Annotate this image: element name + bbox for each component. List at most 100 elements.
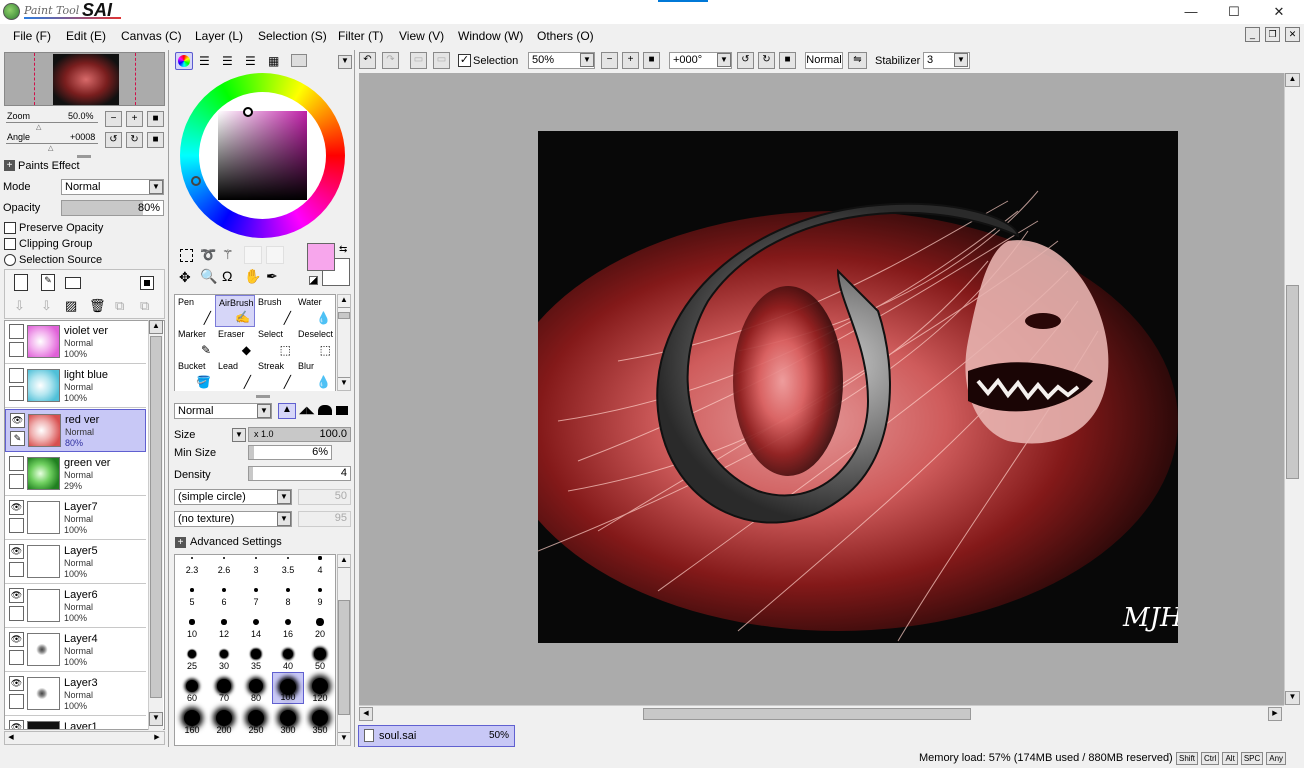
nav-angle-thumb[interactable]: △ [48,144,53,152]
menu-view[interactable]: View (V) [399,29,444,43]
brush-size-cell[interactable]: 3 [240,555,272,576]
tool-eraser[interactable]: Eraser ◆ [215,327,255,359]
min-size-slider[interactable]: 6% [248,445,332,460]
mdi-minimize-button[interactable]: _ [1245,27,1260,42]
eye-icon[interactable]: 👁 [10,413,25,428]
menu-filter[interactable]: Filter (T) [338,29,383,43]
swap-colors-icon[interactable]: ⇆ [339,244,347,255]
tool-brush[interactable]: Brush ╱ [255,295,295,327]
layer-row[interactable]: 👁 Layer4 Normal 100% [5,629,146,672]
tool-bucket[interactable]: Bucket 🪣 [175,359,215,391]
tool-pen[interactable]: Pen ╱ [175,295,215,327]
brush-size-cell[interactable]: 40 [272,640,304,672]
rgb-slider-tab[interactable]: ☰ [199,54,210,68]
brush-size-cell[interactable]: 20 [304,608,335,640]
brush-size-cell[interactable]: 60 [176,672,208,704]
menu-window[interactable]: Window (W) [458,29,523,43]
rect-select-icon[interactable] [180,249,193,262]
scratchpad-tab[interactable]: ▦ [268,54,279,68]
rotate-icon[interactable]: Ω [222,268,232,284]
brush-size-cell[interactable]: 30 [208,640,240,672]
hue-cursor[interactable] [191,176,201,186]
brush-size-cell[interactable]: 14 [240,608,272,640]
magic-wand-icon[interactable]: ⚚ [222,247,234,263]
scroll-left-icon[interactable]: ◀ [359,707,373,721]
brush-shape-soft-icon[interactable]: ◢◣ [299,405,314,416]
tb-rotate-left-button[interactable]: ↺ [737,52,754,69]
brush-size-cell[interactable]: 4 [304,555,335,576]
chevron-down-icon[interactable]: ▼ [257,404,271,418]
scroll-up-icon[interactable]: ▲ [338,555,350,568]
layer-row[interactable]: 👁 Layer6 Normal 100% [5,585,146,628]
eye-icon[interactable]: 👁 [9,588,24,603]
eye-icon[interactable] [9,324,24,339]
brush-size-cell[interactable]: 3.5 [272,555,304,576]
brush-size-cell[interactable]: 25 [176,640,208,672]
panel-splitter[interactable] [77,155,91,158]
tb-zoom-out-button[interactable]: − [601,52,618,69]
menu-canvas[interactable]: Canvas (C) [121,29,182,43]
scratch-tab[interactable] [291,54,307,67]
brush-size-cell[interactable]: 100 [272,672,304,704]
color-wheel-tab[interactable] [175,52,193,70]
rotate-right-button[interactable]: ↻ [126,132,143,148]
rotate-reset-button[interactable]: ■ [147,132,164,148]
tool-airbrush[interactable]: AirBrush ✍ [215,295,255,327]
nav-zoom-slider[interactable] [6,122,98,123]
eye-icon[interactable] [9,456,24,471]
zoom-reset-button[interactable]: ■ [147,111,164,127]
layer-edit-icon[interactable] [9,606,24,621]
expand-icon[interactable]: + [4,160,15,171]
brush-size-cell[interactable]: 50 [304,640,335,672]
brush-size-cell[interactable]: 2.6 [208,555,240,576]
close-button[interactable]: ✕ [1271,4,1287,20]
layer-row[interactable]: light blue Normal 100% [5,365,146,408]
brush-size-cell[interactable]: 7 [240,576,272,608]
scroll-up-icon[interactable]: ▲ [149,320,163,334]
new-linework-layer-icon[interactable]: ✎ [41,274,55,291]
brush-size-cell[interactable]: 70 [208,672,240,704]
menu-layer[interactable]: Layer (L) [195,29,243,43]
panel-splitter[interactable] [256,395,270,398]
density-slider[interactable]: 4 [248,466,351,481]
brush-size-cell[interactable]: 12 [208,608,240,640]
scroll-up-icon[interactable]: ▲ [1285,73,1300,87]
layer-scroll-thumb[interactable] [150,336,162,698]
layer-hscroll[interactable]: ◀ ▶ [4,731,165,745]
size-mult-dropdown[interactable]: ▼ [232,428,246,442]
tool-lead[interactable]: Lead ╱ [215,359,255,391]
eye-icon[interactable] [9,368,24,383]
scroll-down-icon[interactable]: ▼ [338,377,350,390]
clear-layer-icon[interactable]: ▨ [65,298,77,314]
layer-edit-icon[interactable] [9,562,24,577]
layer-row[interactable]: 👁 Layer5 Normal 100% [5,541,146,584]
eye-icon[interactable]: 👁 [9,544,24,559]
menu-file[interactable]: File (F) [13,29,51,43]
eye-icon[interactable]: 👁 [9,720,24,729]
move-icon[interactable]: ✥ [179,269,191,286]
layer-scrollbar[interactable]: ▲ ▼ [148,320,163,730]
mdi-close-button[interactable]: ✕ [1285,27,1300,42]
layer-row[interactable]: 👁 ✎ red ver Normal 80% [5,409,146,452]
hsv-slider-tab[interactable]: ☰ [222,54,233,68]
brush-size-cell[interactable]: 160 [176,704,208,736]
brush-size-cell[interactable]: 10 [176,608,208,640]
preserve-opacity-checkbox[interactable] [4,222,16,234]
maximize-button[interactable]: ☐ [1226,4,1242,20]
tool-streak[interactable]: Streak ╱ [255,359,295,391]
canvas-vscroll-thumb[interactable] [1286,285,1299,479]
brush-shape-sharp-icon[interactable]: ▲ [278,403,296,419]
eye-icon[interactable]: 👁 [9,676,24,691]
chevron-down-icon[interactable]: ▼ [580,53,594,67]
layer-row[interactable]: 👁 Layer7 Normal 100% [5,497,146,540]
chevron-down-icon[interactable]: ▼ [277,512,291,526]
transparent-color-icon[interactable] [309,276,318,285]
trash-icon[interactable]: 🗑 [89,298,106,314]
minimize-button[interactable]: — [1183,4,1199,20]
canvas-vscroll[interactable]: ▲ ▼ [1284,73,1300,705]
menu-others[interactable]: Others (O) [537,29,594,43]
brush-size-cell[interactable]: 2.3 [176,555,208,576]
brush-size-cell[interactable]: 350 [304,704,335,736]
brush-size-cell[interactable]: 16 [272,608,304,640]
scroll-down-icon[interactable]: ▼ [338,732,350,745]
